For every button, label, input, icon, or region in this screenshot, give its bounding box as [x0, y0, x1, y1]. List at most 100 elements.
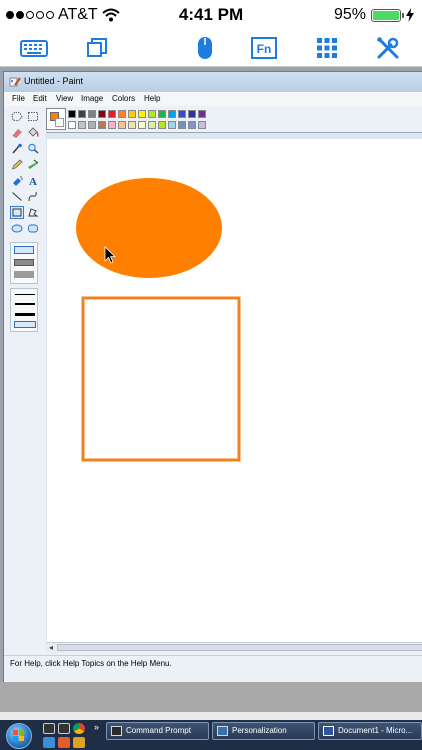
- palette-swatch[interactable]: [128, 121, 136, 129]
- folder-quicklaunch-icon[interactable]: [43, 737, 55, 748]
- ellipse-tool-icon[interactable]: [10, 222, 24, 235]
- palette-swatch[interactable]: [118, 110, 126, 118]
- menu-edit[interactable]: Edit: [33, 94, 47, 103]
- palette-swatch[interactable]: [68, 121, 76, 129]
- keyboard-icon[interactable]: [19, 34, 49, 62]
- palette-swatch[interactable]: [188, 110, 196, 118]
- windows-taskbar: » Command Prompt Personalization Documen…: [0, 720, 422, 750]
- app-quicklaunch-icon[interactable]: [58, 737, 70, 748]
- fn-icon[interactable]: Fn: [249, 34, 279, 62]
- palette-swatch[interactable]: [198, 121, 206, 129]
- horizontal-scrollbar[interactable]: ◂: [47, 642, 422, 653]
- cmd2-quicklaunch-icon[interactable]: [58, 723, 70, 734]
- polygon-tool-icon[interactable]: [26, 206, 40, 219]
- fill-style-options: [10, 242, 38, 284]
- tools-icon[interactable]: [373, 34, 403, 62]
- palette-swatch[interactable]: [198, 110, 206, 118]
- curve-tool-icon[interactable]: [26, 190, 40, 203]
- ios-status-bar: AT&T 4:41 PM 95%: [0, 0, 422, 30]
- magnifier-icon[interactable]: [26, 142, 40, 155]
- svg-text:A: A: [29, 176, 37, 186]
- menu-help[interactable]: Help: [144, 94, 160, 103]
- palette-swatch[interactable]: [78, 121, 86, 129]
- airbrush-icon[interactable]: [10, 174, 24, 187]
- palette-swatch[interactable]: [158, 121, 166, 129]
- fill-style-outline-fill[interactable]: [14, 259, 34, 266]
- window-title: Untitled - Paint: [24, 76, 84, 86]
- eraser-icon[interactable]: [10, 126, 24, 139]
- command-prompt-icon: [111, 726, 122, 736]
- paint-status-bar: For Help, click Help Topics on the Help …: [4, 655, 422, 672]
- taskbar-button-document1[interactable]: Document1 - Micro...: [318, 722, 422, 740]
- brush-icon[interactable]: [26, 158, 40, 171]
- palette-swatch[interactable]: [78, 110, 86, 118]
- more-chevron-icon[interactable]: »: [94, 722, 99, 732]
- text-tool-icon[interactable]: A: [26, 174, 40, 187]
- windows-logo-icon: [13, 730, 24, 741]
- fill-style-solid[interactable]: [14, 271, 34, 278]
- line-width-2[interactable]: [15, 303, 35, 305]
- paint-titlebar[interactable]: Untitled - Paint: [4, 72, 422, 92]
- palette-swatch[interactable]: [98, 121, 106, 129]
- mouse-icon[interactable]: [190, 34, 220, 62]
- line-width-3[interactable]: [15, 313, 35, 316]
- palette-swatch[interactable]: [158, 110, 166, 118]
- palette-swatch[interactable]: [108, 110, 116, 118]
- paint-window: Untitled - Paint File Edit View Image Co…: [3, 71, 422, 703]
- remote-app-toolbar: Fn: [0, 30, 422, 67]
- rect-select-icon[interactable]: [26, 110, 40, 123]
- palette-swatch[interactable]: [88, 110, 96, 118]
- color-picker-icon[interactable]: [10, 142, 24, 155]
- line-tool-icon[interactable]: [10, 190, 24, 203]
- menu-file[interactable]: File: [12, 94, 25, 103]
- orange-ellipse: [76, 178, 222, 278]
- palette-swatch[interactable]: [148, 121, 156, 129]
- free-select-icon[interactable]: [10, 110, 24, 123]
- line-width-options: [10, 288, 38, 332]
- rounded-rect-tool-icon[interactable]: [26, 222, 40, 235]
- battery-percent: 95%: [333, 6, 366, 23]
- line-width-1[interactable]: [15, 294, 35, 295]
- palette-swatch[interactable]: [138, 110, 146, 118]
- drawing-canvas[interactable]: [47, 139, 422, 649]
- windows-icon[interactable]: [82, 34, 112, 62]
- canvas-area: [46, 132, 422, 653]
- fill-style-outline[interactable]: [14, 246, 34, 254]
- background-color-swatch: [55, 118, 64, 127]
- palette-swatch[interactable]: [118, 121, 126, 129]
- palette-swatch[interactable]: [68, 110, 76, 118]
- paint-app-icon: [9, 77, 21, 87]
- start-button[interactable]: [6, 723, 32, 749]
- palette-swatch[interactable]: [168, 121, 176, 129]
- palette-swatch[interactable]: [138, 121, 146, 129]
- rectangle-tool-icon[interactable]: [10, 206, 24, 219]
- grid-icon[interactable]: [312, 34, 342, 62]
- line-width-4[interactable]: [14, 321, 36, 328]
- chrome-icon[interactable]: [73, 723, 85, 734]
- palette-swatch[interactable]: [178, 110, 186, 118]
- palette-swatch[interactable]: [148, 110, 156, 118]
- palette-swatch[interactable]: [128, 110, 136, 118]
- app2-quicklaunch-icon[interactable]: [73, 737, 85, 748]
- pencil-icon[interactable]: [10, 158, 24, 171]
- word-icon: [323, 726, 334, 736]
- cmd-quicklaunch-icon[interactable]: [43, 723, 55, 734]
- fill-bucket-icon[interactable]: [26, 126, 40, 139]
- palette-swatch[interactable]: [178, 121, 186, 129]
- palette-swatch[interactable]: [88, 121, 96, 129]
- taskbar-button-personalization[interactable]: Personalization: [212, 722, 315, 740]
- scroll-left-arrow-icon[interactable]: ◂: [49, 643, 53, 652]
- menu-colors[interactable]: Colors: [112, 94, 135, 103]
- taskbar-button-command-prompt[interactable]: Command Prompt: [106, 722, 209, 740]
- palette-swatch[interactable]: [108, 121, 116, 129]
- palette-swatch[interactable]: [188, 121, 196, 129]
- menu-image[interactable]: Image: [81, 94, 103, 103]
- active-colors[interactable]: [46, 108, 66, 130]
- thumbnail-strip: [0, 712, 422, 720]
- palette-swatch[interactable]: [98, 110, 106, 118]
- status-help-text: For Help, click Help Topics on the Help …: [10, 659, 172, 668]
- scrollbar-thumb[interactable]: [57, 644, 422, 651]
- palette-swatch[interactable]: [168, 110, 176, 118]
- remote-desktop: Untitled - Paint File Edit View Image Co…: [0, 67, 422, 750]
- menu-view[interactable]: View: [56, 94, 73, 103]
